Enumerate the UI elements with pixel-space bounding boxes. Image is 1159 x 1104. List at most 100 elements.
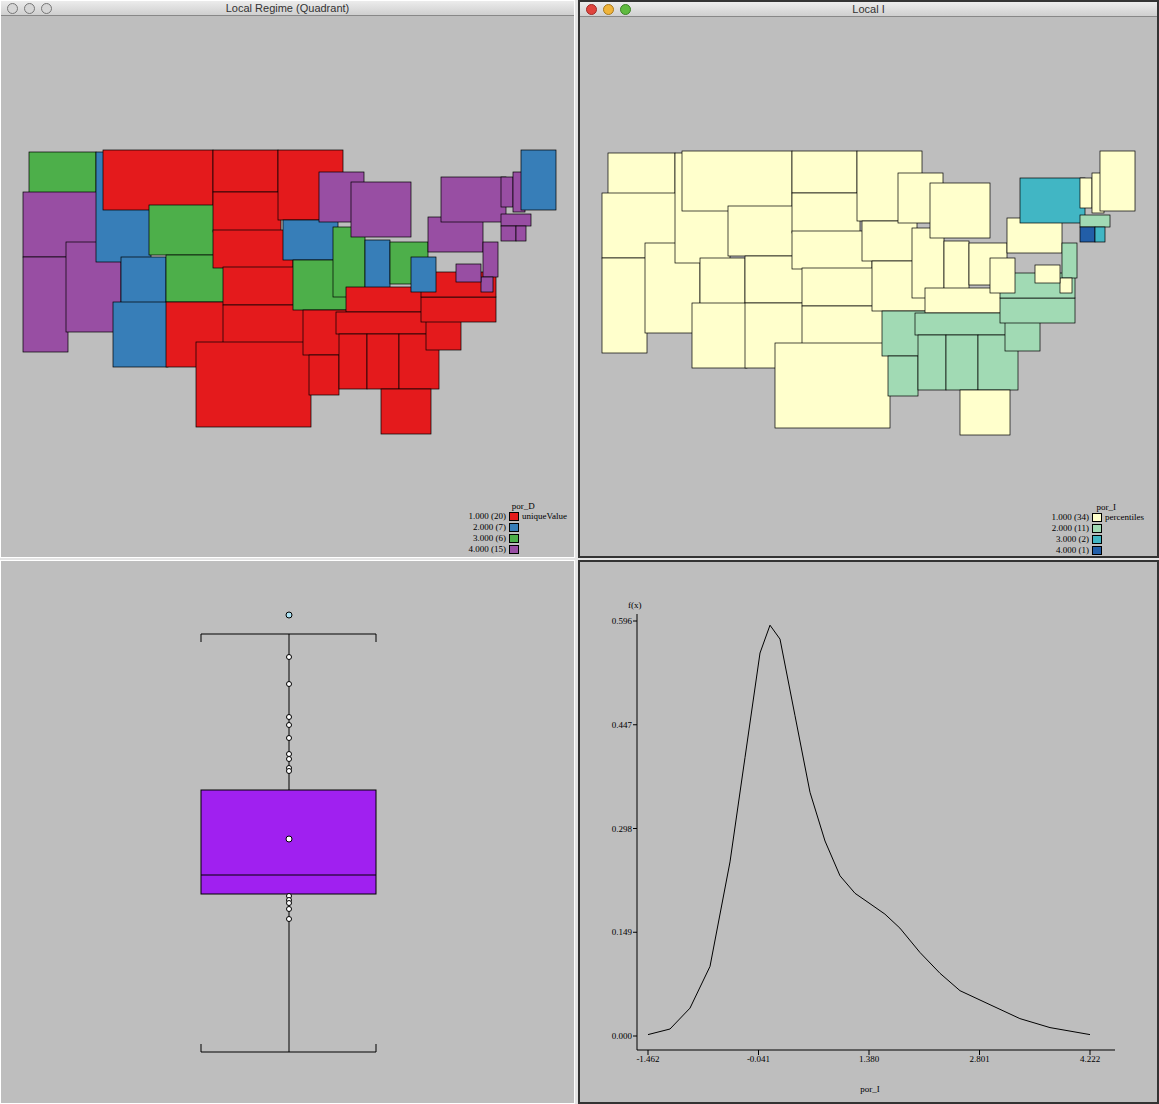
choropleth-map[interactable] [580, 17, 1153, 558]
state-region[interactable] [918, 335, 946, 390]
state-region[interactable] [692, 303, 747, 368]
state-region[interactable] [1005, 321, 1040, 351]
state-region[interactable] [792, 151, 857, 193]
state-region[interactable] [792, 193, 860, 233]
state-region[interactable] [608, 153, 675, 198]
state-region[interactable] [223, 305, 308, 343]
state-region[interactable] [990, 258, 1015, 293]
state-region[interactable] [501, 214, 531, 226]
data-point[interactable] [287, 682, 292, 687]
state-region[interactable] [29, 152, 96, 197]
y-tick [633, 724, 637, 725]
state-region[interactable] [1080, 178, 1092, 208]
map-canvas[interactable]: por_D1.000 (20)uniqueValue2.000 (7)3.000… [1, 16, 574, 558]
data-point[interactable] [287, 715, 292, 720]
state-region[interactable] [103, 150, 213, 210]
state-region[interactable] [915, 313, 1010, 335]
title-bar[interactable]: Local I [580, 2, 1157, 17]
title-bar[interactable]: Local Regime (Quadrant) [1, 1, 574, 16]
state-region[interactable] [1062, 243, 1077, 278]
state-region[interactable] [602, 258, 647, 353]
state-region[interactable] [411, 257, 436, 292]
window-control-icon[interactable] [24, 3, 35, 14]
mean-point[interactable] [286, 836, 292, 842]
state-region[interactable] [113, 302, 168, 367]
map-canvas[interactable]: por_I1.000 (34)percentiles2.000 (11)3.00… [580, 17, 1157, 558]
data-point[interactable] [287, 917, 292, 922]
state-region[interactable] [1020, 178, 1085, 223]
state-region[interactable] [336, 312, 431, 334]
data-point[interactable] [287, 723, 292, 728]
state-region[interactable] [862, 221, 917, 261]
data-point[interactable] [287, 752, 292, 757]
state-region[interactable] [426, 320, 461, 350]
state-region[interactable] [381, 389, 431, 434]
state-region[interactable] [196, 342, 311, 427]
state-region[interactable] [1080, 215, 1110, 227]
state-region[interactable] [888, 356, 918, 396]
data-point[interactable] [287, 907, 292, 912]
state-region[interactable] [333, 227, 365, 297]
state-region[interactable] [23, 257, 68, 352]
state-region[interactable] [1100, 151, 1135, 211]
state-region[interactable] [501, 226, 516, 241]
state-region[interactable] [944, 241, 969, 291]
state-region[interactable] [1000, 298, 1075, 323]
box-plot[interactable] [1, 561, 574, 1103]
window-control-icon[interactable] [620, 4, 631, 15]
outlier-point[interactable] [286, 612, 292, 618]
state-region[interactable] [501, 177, 513, 207]
data-point[interactable] [287, 655, 292, 660]
map-window[interactable]: Local Ipor_I1.000 (34)percentiles2.000 (… [578, 0, 1159, 558]
state-region[interactable] [483, 242, 498, 277]
state-region[interactable] [339, 334, 367, 389]
state-region[interactable] [309, 355, 339, 395]
state-region[interactable] [421, 297, 496, 322]
state-region[interactable] [1080, 227, 1095, 242]
state-region[interactable] [456, 264, 481, 282]
state-region[interactable] [223, 267, 298, 305]
state-region[interactable] [1095, 227, 1105, 242]
state-region[interactable] [351, 182, 411, 237]
state-region[interactable] [283, 220, 338, 260]
window-control-icon[interactable] [7, 3, 18, 14]
state-region[interactable] [213, 230, 293, 268]
state-region[interactable] [960, 390, 1010, 435]
state-region[interactable] [802, 268, 877, 306]
data-point[interactable] [287, 901, 292, 906]
legend-label: 4.000 (1) [1052, 545, 1090, 555]
state-region[interactable] [802, 306, 887, 344]
window-control-icon[interactable] [41, 3, 52, 14]
state-region[interactable] [365, 240, 390, 290]
state-region[interactable] [441, 177, 506, 222]
window-control-icon[interactable] [586, 4, 597, 15]
state-region[interactable] [792, 231, 872, 269]
state-region[interactable] [1060, 278, 1072, 293]
state-region[interactable] [682, 151, 792, 211]
map-window[interactable]: Local Regime (Quadrant)por_D1.000 (20)un… [0, 0, 575, 558]
state-region[interactable] [213, 192, 281, 232]
state-region[interactable] [367, 334, 399, 389]
state-region[interactable] [516, 226, 526, 241]
box[interactable] [201, 790, 376, 894]
state-region[interactable] [521, 150, 556, 210]
y-tick-label: 0.447 [612, 720, 633, 730]
density-panel[interactable]: f(x)0.0000.1490.2980.4470.596-1.462-0.04… [578, 560, 1159, 1104]
data-point[interactable] [287, 769, 292, 774]
state-region[interactable] [213, 150, 278, 192]
box-plot-panel[interactable] [0, 560, 575, 1104]
state-region[interactable] [912, 228, 944, 298]
data-point[interactable] [287, 736, 292, 741]
state-region[interactable] [481, 277, 493, 292]
window-control-icon[interactable] [603, 4, 614, 15]
state-region[interactable] [149, 205, 214, 255]
state-region[interactable] [946, 335, 978, 390]
lower-whisker-cap [201, 1044, 376, 1052]
choropleth-map[interactable] [1, 16, 574, 558]
state-region[interactable] [728, 206, 793, 256]
state-region[interactable] [1035, 265, 1060, 283]
state-region[interactable] [775, 343, 890, 428]
state-region[interactable] [930, 183, 990, 238]
data-point[interactable] [287, 757, 292, 762]
density-plot[interactable]: f(x)0.0000.1490.2980.4470.596-1.462-0.04… [580, 562, 1157, 1102]
